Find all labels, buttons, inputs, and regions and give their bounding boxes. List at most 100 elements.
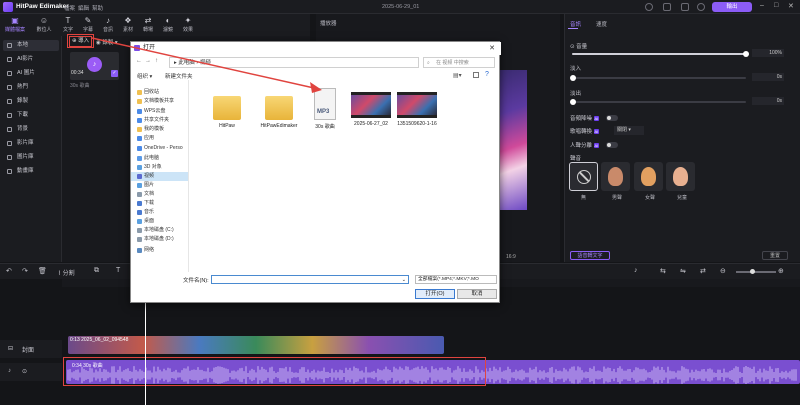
zoom-in-icon[interactable]: ⊕ <box>778 267 784 275</box>
nav-item[interactable]: 图片 <box>131 181 188 190</box>
sidebar-item-video-library[interactable]: 影片庫 <box>3 138 59 149</box>
audio-mute-icon[interactable]: ♪ <box>8 368 11 374</box>
nav-item[interactable]: 音乐 <box>131 208 188 217</box>
image-library-icon <box>7 155 12 160</box>
file-item[interactable]: 1351509620-1-16 <box>393 88 441 127</box>
nav-item-icon <box>137 99 142 104</box>
dialog-close-icon[interactable]: ✕ <box>489 44 495 52</box>
fade-in-value[interactable]: 0s <box>752 73 784 81</box>
text-tool-icon[interactable]: T <box>116 267 120 274</box>
delete-icon[interactable]: 🗑 <box>38 267 47 275</box>
filename-input[interactable]: ⌄ <box>211 275 409 284</box>
tab-audio[interactable]: 音訊 <box>570 20 581 28</box>
folder-icon <box>7 43 12 48</box>
speech-to-text-button[interactable]: 語音轉文字 <box>570 251 610 260</box>
nav-item[interactable]: WPS云盘 <box>131 107 188 116</box>
sidebar-item-record[interactable]: 錄製 <box>3 96 59 107</box>
sidebar-item-download[interactable]: 下載 <box>3 110 59 121</box>
file-type-select[interactable]: 全部檔案(*.MP4;*.MKV;*.MO <box>415 275 497 284</box>
voice-child[interactable] <box>666 162 695 191</box>
sidebar-item-ai-video[interactable]: AI影片 <box>3 54 59 65</box>
fit-icon[interactable]: ⇄ <box>700 267 706 275</box>
fade-out-slider[interactable] <box>570 99 746 105</box>
sidebar-item-popular[interactable]: 熱門 <box>3 82 59 93</box>
sidebar-item-local[interactable]: 本地 <box>3 40 59 51</box>
split-button[interactable]: ⌇ 分割 <box>58 268 75 277</box>
voice-none[interactable] <box>569 162 598 191</box>
tab-speed[interactable]: 速度 <box>596 20 607 28</box>
nav-item[interactable]: OneDrive - Perso <box>131 144 188 153</box>
reset-button[interactable]: 重置 <box>762 251 788 260</box>
export-button[interactable]: 輸出 <box>712 2 752 12</box>
settings-icon[interactable] <box>663 3 671 11</box>
menu-file[interactable]: 檔案 <box>64 4 75 12</box>
tool-media[interactable]: ▣ 媒體檔案 <box>5 15 25 35</box>
nav-item[interactable]: 应用 <box>131 134 188 143</box>
help-icon[interactable]: ? <box>485 71 489 78</box>
view-options-icon[interactable]: ▤▾ <box>453 72 462 79</box>
account-icon[interactable] <box>645 3 653 11</box>
tool-effect[interactable]: ✦ 效果 <box>178 15 198 35</box>
nav-item[interactable]: 桌面 <box>131 217 188 226</box>
nav-item[interactable]: 本地磁盘 (D:) <box>131 235 188 244</box>
nav-item[interactable]: 视频 <box>131 172 188 181</box>
aspect-ratio-select[interactable]: 16:9 <box>506 254 516 260</box>
volume-slider[interactable] <box>572 51 749 57</box>
maximize-icon[interactable]: □ <box>774 2 778 9</box>
crop-icon[interactable]: ⧉ <box>94 267 99 275</box>
audio-lock-icon[interactable]: ⊙ <box>22 368 27 375</box>
voice-female[interactable] <box>634 162 663 191</box>
tool-filter[interactable]: ◐ 濾鏡 <box>158 15 178 35</box>
nav-item[interactable]: 3D 对象 <box>131 163 188 172</box>
nav-item[interactable]: 网络 <box>131 246 188 255</box>
clip-name: 30s 歌曲 <box>70 83 90 89</box>
download-icon <box>7 113 12 118</box>
chevron-down-icon[interactable]: ⌄ <box>402 277 406 283</box>
tool-subtitle[interactable]: ✎ 字幕 <box>78 15 98 35</box>
denoise-toggle[interactable] <box>606 115 618 121</box>
cancel-button[interactable]: 取消 <box>457 289 497 299</box>
tool-audio[interactable]: ♪ 音訊 <box>98 15 118 35</box>
sidebar-item-ai-image[interactable]: AI 圖片 <box>3 68 59 79</box>
fade-in-slider[interactable] <box>570 75 746 81</box>
nav-item[interactable]: 文档 <box>131 190 188 199</box>
tool-asset[interactable]: ❖ 素材 <box>118 15 138 35</box>
tool-text[interactable]: T 文字 <box>58 15 78 35</box>
nav-item[interactable]: 此电脑 <box>131 154 188 163</box>
volume-value[interactable]: 100% <box>752 49 784 57</box>
gift-icon[interactable] <box>697 3 705 11</box>
nav-item[interactable]: 下载 <box>131 199 188 208</box>
close-icon[interactable]: ✕ <box>788 2 794 10</box>
sidebar-item-background[interactable]: 背景 <box>3 124 59 135</box>
sidebar-item-animation-library[interactable]: 動畫庫 <box>3 166 59 177</box>
nav-item[interactable]: 我的模板 <box>131 125 188 134</box>
vocal-sep-toggle[interactable] <box>606 142 618 148</box>
nav-item-icon <box>137 201 142 206</box>
open-button[interactable]: 打开(O) <box>415 289 455 299</box>
navigation-pane: 回收站 文档模板共享 WPS云盘 共享文件夹 我的模板 应用 OneDrive - Pers… <box>131 80 189 272</box>
voice-change-select[interactable]: 關閉 ▾ <box>614 126 644 135</box>
menu-help[interactable]: 幫助 <box>92 4 103 12</box>
link-icon[interactable]: ⇆ <box>660 267 666 275</box>
undo-icon[interactable]: ↶ <box>6 267 12 275</box>
redo-icon[interactable]: ↷ <box>22 267 28 275</box>
tool-avatar[interactable]: ☺ 數位人 <box>34 15 54 35</box>
menu-edit[interactable]: 編輯 <box>78 4 89 12</box>
minimize-icon[interactable]: – <box>760 2 764 9</box>
tool-transition[interactable]: ⇄ 轉場 <box>138 15 158 35</box>
snap-icon[interactable]: ⇋ <box>680 267 686 275</box>
dialog-search-input[interactable]: ⌕ 在 视频 中搜索 <box>423 57 495 68</box>
zoom-out-icon[interactable]: ⊖ <box>720 267 726 275</box>
nav-item[interactable]: 共享文件夹 <box>131 116 188 125</box>
nav-item[interactable]: 本地磁盘 (C:) <box>131 226 188 235</box>
file-item[interactable]: 2025-06-27_02 <box>347 88 395 127</box>
mic-icon[interactable]: ♪ <box>634 267 638 274</box>
fade-out-value[interactable]: 0s <box>752 97 784 105</box>
nav-item[interactable]: 文档模板共享 <box>131 97 188 106</box>
voice-male[interactable] <box>601 162 630 191</box>
preview-pane-icon[interactable] <box>473 72 479 78</box>
chat-icon[interactable] <box>681 3 689 11</box>
zoom-slider[interactable] <box>736 269 776 274</box>
eye-icon[interactable]: ⊟ <box>8 345 13 352</box>
sidebar-item-image-library[interactable]: 圖片庫 <box>3 152 59 163</box>
